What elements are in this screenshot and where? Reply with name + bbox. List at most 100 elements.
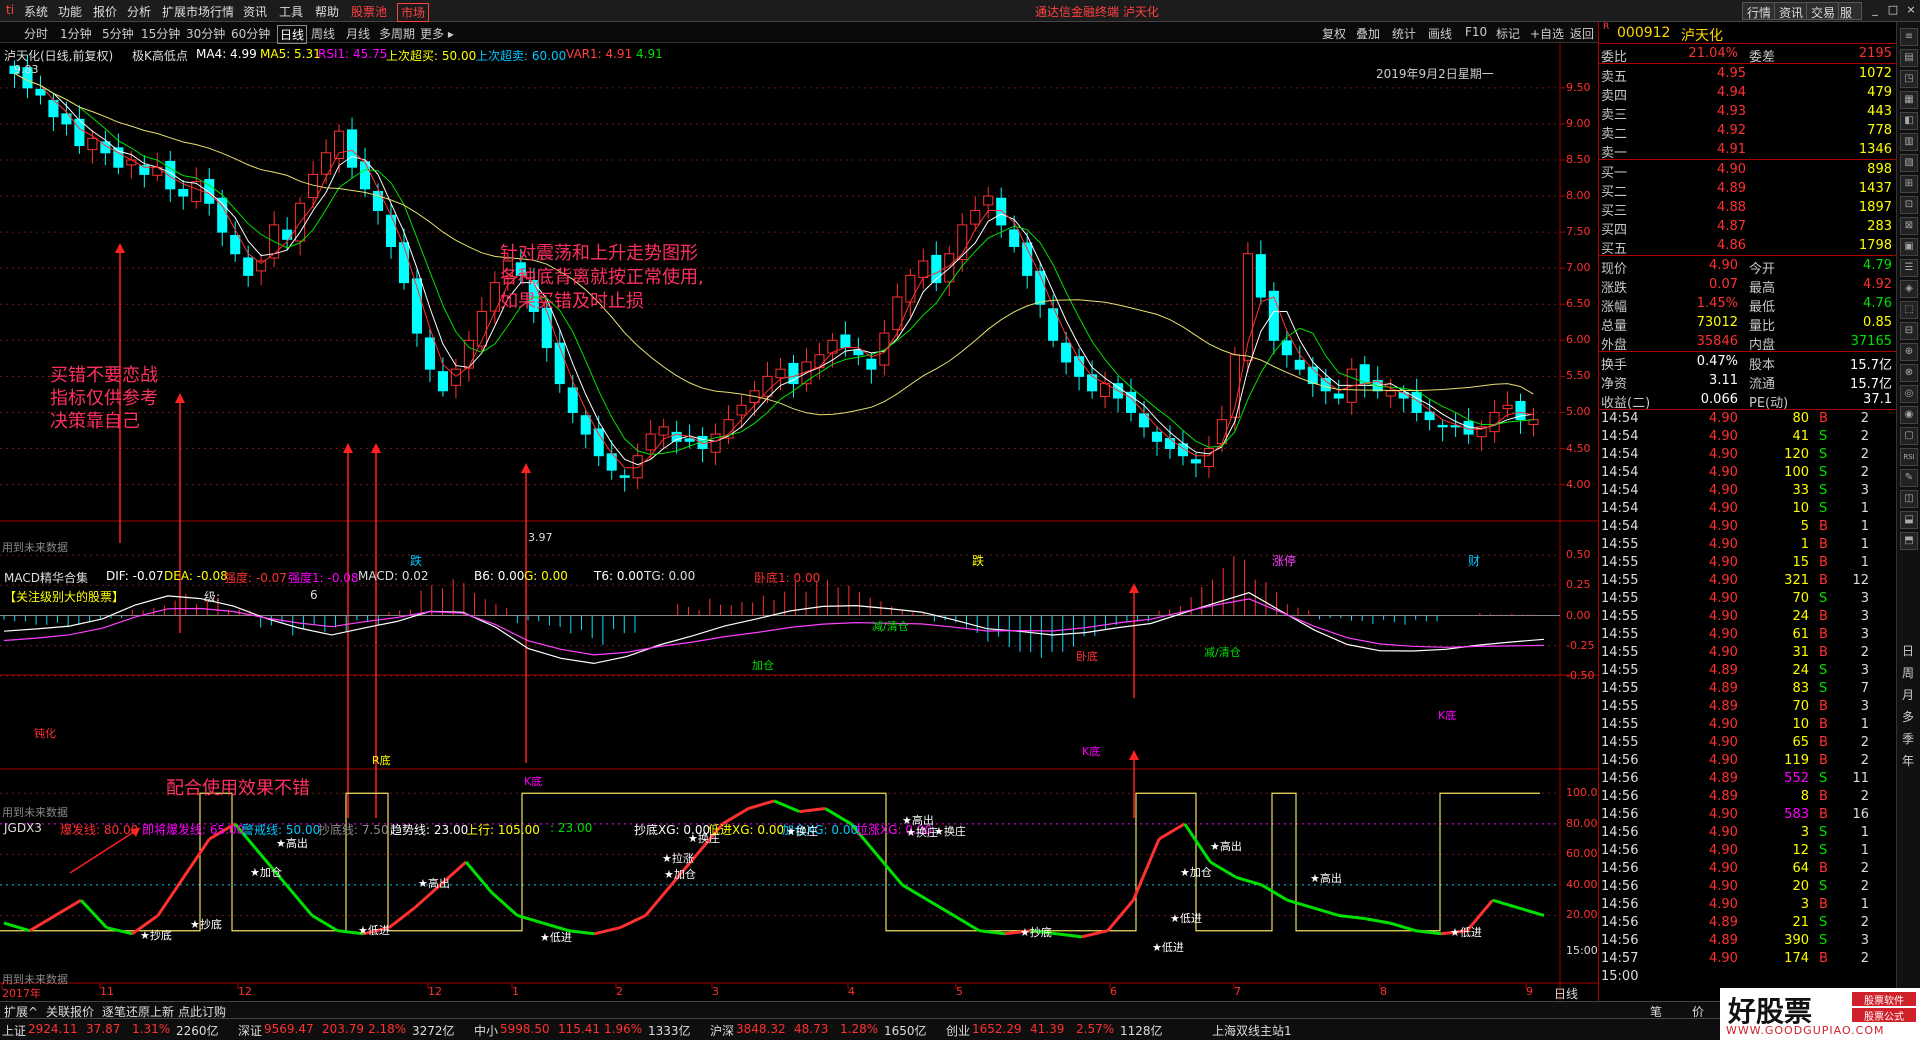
sidebar-tool-icon[interactable]: ◈ — [1900, 280, 1918, 298]
period-weekly[interactable]: 周线 — [311, 25, 335, 42]
sidebar-tool-icon[interactable]: ▧ — [1900, 154, 1918, 172]
menu-analysis[interactable]: 分析 — [127, 3, 151, 20]
index-name[interactable]: 沪深 — [710, 1022, 734, 1039]
tick-volume: 33 — [1792, 483, 1809, 498]
btn-quote[interactable]: 行情 — [1742, 2, 1777, 20]
period-more[interactable]: 更多 ▸ — [420, 25, 454, 42]
sidebar-tool-icon[interactable]: ⊞ — [1900, 175, 1918, 193]
sidebar-period-0[interactable]: 日 — [1902, 642, 1914, 659]
menu-stock-pool[interactable]: 股票池 — [351, 3, 387, 20]
sidebar-tool-icon[interactable]: ⬓ — [1900, 511, 1918, 529]
sidebar-tool-icon[interactable]: ◳ — [1900, 70, 1918, 88]
period-1min[interactable]: 1分钟 — [60, 25, 92, 42]
btn-trade[interactable]: 交易 — [1806, 2, 1841, 20]
tick-count: 3 — [1860, 591, 1869, 606]
stat-value2: 4.92 — [1863, 277, 1892, 292]
btn-service[interactable]: 服务 — [1838, 2, 1862, 37]
sidebar-tool-icon[interactable]: ◉ — [1900, 406, 1918, 424]
period-15min[interactable]: 15分钟 — [141, 25, 180, 42]
tick-volume: 3 — [1800, 897, 1809, 912]
tool-draw[interactable]: 画线 — [1428, 25, 1452, 42]
candle-body — [1061, 342, 1072, 363]
period-multi[interactable]: 多周期 — [379, 25, 415, 42]
menu-news[interactable]: 资讯 — [243, 3, 267, 20]
sidebar-tool-icon[interactable]: ⊟ — [1900, 322, 1918, 340]
sidebar-period-2[interactable]: 月 — [1902, 686, 1914, 703]
menu-market[interactable]: 市场 — [397, 3, 430, 22]
tool-restore-rights[interactable]: 复权 — [1322, 25, 1346, 42]
macd-level-label: 【关注级别大的股票】 — [4, 590, 125, 604]
menu-function[interactable]: 功能 — [58, 3, 82, 20]
sidebar-period-1[interactable]: 周 — [1902, 664, 1914, 681]
period-30min[interactable]: 30分钟 — [186, 25, 225, 42]
sidebar-tool-icon[interactable]: ⊠ — [1900, 217, 1918, 235]
menu-extended-market[interactable]: 扩展市场行情 — [162, 3, 234, 20]
sidebar-tool-icon[interactable]: ▢ — [1900, 427, 1918, 445]
chart-canvas[interactable] — [0, 43, 1598, 1001]
sidebar-tool-icon[interactable]: ◧ — [1900, 112, 1918, 130]
menu-quote[interactable]: 报价 — [93, 3, 117, 20]
tick-list[interactable]: 14:54 4.90 80 B 2 14:54 4.90 41 S 2 14:54 4.90 120 S 2… — [1599, 410, 1896, 986]
sidebar-tool-icon[interactable]: ⊡ — [1900, 196, 1918, 214]
index-name[interactable]: 中小 — [474, 1022, 498, 1039]
maximize-icon[interactable]: □ — [1884, 2, 1902, 18]
index-value: 2924.11 — [28, 1022, 78, 1036]
tool-statistics[interactable]: 统计 — [1392, 25, 1416, 42]
index-name[interactable]: 深证 — [238, 1022, 262, 1039]
tick-count: 7 — [1860, 681, 1869, 696]
sidebar-tool-icon[interactable]: ▣ — [1900, 238, 1918, 256]
x-axis-label: 3 — [712, 985, 719, 998]
sidebar-period-3[interactable]: 多 — [1902, 708, 1914, 725]
sidebar-tool-icon[interactable]: ⬚ — [1900, 301, 1918, 319]
sidebar-tool-icon[interactable]: ≡ — [1900, 28, 1918, 46]
minimize-icon[interactable]: _ — [1866, 2, 1884, 18]
bid-price: 4.86 — [1717, 238, 1746, 253]
menu-tools[interactable]: 工具 — [279, 3, 303, 20]
var1b-value: 4.91 — [636, 47, 663, 61]
candle-body — [1151, 431, 1163, 442]
sidebar-tool-icon[interactable]: ▦ — [1900, 91, 1918, 109]
price-tick: 6.50 — [1566, 297, 1591, 311]
period-tick[interactable]: 分时 — [24, 25, 48, 42]
sidebar-period-5[interactable]: 年 — [1902, 752, 1914, 769]
candle-body — [645, 433, 656, 451]
index-name[interactable]: 创业 — [946, 1022, 970, 1039]
btn-news[interactable]: 资讯 — [1774, 2, 1809, 20]
tick-time: 14:56 — [1601, 789, 1639, 804]
sidebar-tool-icon[interactable]: ☰ — [1900, 259, 1918, 277]
period-daily[interactable]: 日线 — [277, 25, 308, 44]
chart-area[interactable]: 泸天化(日线,前复权) 极K高低点 MA4: 4.99 MA5: 5.31 RS… — [0, 43, 1598, 1001]
tool-f10[interactable]: F10 — [1465, 25, 1487, 39]
tool-add-watchlist[interactable]: +自选 — [1530, 25, 1564, 42]
tool-back[interactable]: 返回 — [1570, 25, 1594, 42]
order-diff-value: 2195 — [1858, 46, 1892, 61]
tick-time: 14:54 — [1601, 465, 1639, 480]
macd-strength1: 强度1: -0.08 — [288, 571, 359, 585]
period-5min[interactable]: 5分钟 — [102, 25, 134, 42]
sidebar-tool-icon[interactable]: ◫ — [1900, 490, 1918, 508]
period-60min[interactable]: 60分钟 — [231, 25, 270, 42]
macd-value: MACD: 0.02 — [358, 569, 429, 583]
sidebar-tool-icon[interactable]: RSI — [1900, 448, 1918, 466]
sidebar-tool-icon[interactable]: ⊗ — [1900, 364, 1918, 382]
close-icon[interactable]: × — [1902, 2, 1920, 18]
sidebar-tool-icon[interactable]: ▥ — [1900, 133, 1918, 151]
tool-overlay[interactable]: 叠加 — [1356, 25, 1380, 42]
menu-system[interactable]: 系统 — [24, 3, 48, 20]
sidebar-period-4[interactable]: 季 — [1902, 730, 1914, 747]
sidebar-tool-icon[interactable]: ⬒ — [1900, 532, 1918, 550]
tool-mark[interactable]: 标记 — [1496, 25, 1520, 42]
period-monthly[interactable]: 月线 — [346, 25, 370, 42]
sidebar-tool-icon[interactable]: ▤ — [1900, 49, 1918, 67]
tick-side: B — [1819, 555, 1828, 570]
sidebar-tool-icon[interactable]: ⊕ — [1900, 343, 1918, 361]
server-status[interactable]: 上海双线主站1 — [1212, 1022, 1292, 1039]
jgdx-trend-segment — [747, 799, 775, 810]
index-name[interactable]: 上证 — [2, 1022, 26, 1039]
tick-price: 4.90 — [1709, 447, 1738, 462]
watermark-url: WWW.GOODGUPIAO.COM — [1726, 1024, 1885, 1037]
sidebar-tool-icon[interactable]: ◎ — [1900, 385, 1918, 403]
sidebar-tool-icon[interactable]: ✎ — [1900, 469, 1918, 487]
menu-help[interactable]: 帮助 — [315, 3, 339, 20]
app-logo-icon[interactable]: ti — [6, 3, 14, 17]
